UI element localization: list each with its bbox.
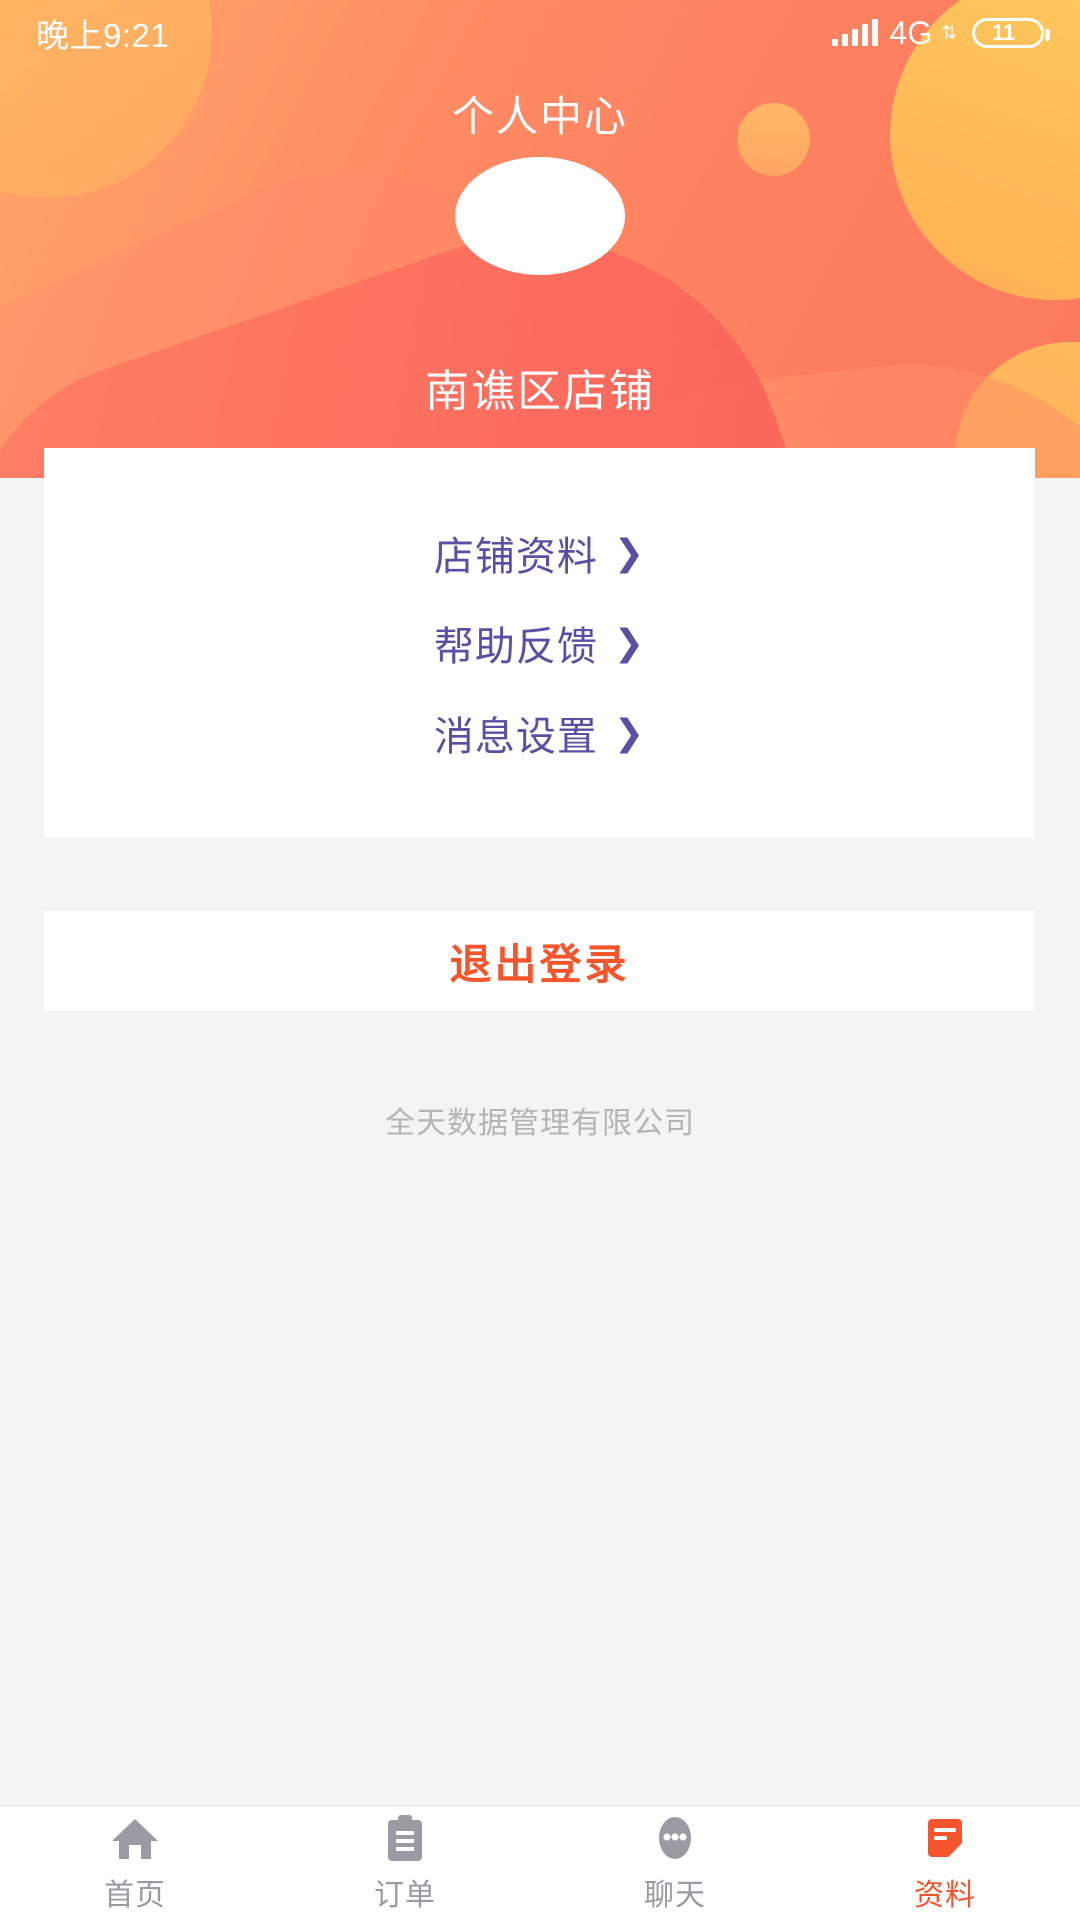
phone-screen: 晚上9:21 4G ⇅ 11 个人中心 南谯区店铺 店铺资料 ❯ 帮助反馈 ❯ … xyxy=(0,0,1080,1920)
menu-item-label: 店铺资料 xyxy=(433,535,598,579)
status-bar: 晚上9:21 4G ⇅ 11 xyxy=(0,0,1080,66)
signal-bars-icon xyxy=(832,19,879,46)
menu-item-shop-info[interactable]: 店铺资料 ❯ xyxy=(44,508,1035,598)
shop-name: 南谯区店铺 xyxy=(425,367,655,416)
network-type-label: 4G xyxy=(889,14,933,51)
chat-dots-icon xyxy=(649,1814,701,1864)
tab-home[interactable]: 首页 xyxy=(0,1807,270,1920)
avatar[interactable] xyxy=(455,157,625,275)
menu-item-message-settings[interactable]: 消息设置 ❯ xyxy=(44,688,1035,778)
tab-chat[interactable]: 聊天 xyxy=(540,1807,810,1920)
menu-item-label: 帮助反馈 xyxy=(433,625,598,669)
menu-item-label: 消息设置 xyxy=(433,715,598,759)
company-footer-text: 全天数据管理有限公司 xyxy=(385,1107,695,1140)
tab-profile[interactable]: 资料 xyxy=(810,1807,1080,1920)
page-title: 个人中心 xyxy=(451,93,628,140)
tab-label: 订单 xyxy=(374,1878,436,1912)
document-icon xyxy=(919,1814,971,1864)
chevron-right-icon: ❯ xyxy=(613,532,646,573)
battery-level-label: 11 xyxy=(991,20,1016,45)
chevron-right-icon: ❯ xyxy=(613,622,646,663)
tab-label: 资料 xyxy=(914,1878,976,1912)
logout-button[interactable]: 退出登录 xyxy=(44,911,1035,1011)
tab-label: 聊天 xyxy=(644,1878,706,1912)
battery-icon: 11 xyxy=(972,18,1050,48)
status-indicators: 4G ⇅ 11 xyxy=(832,14,1050,52)
tab-orders[interactable]: 订单 xyxy=(270,1807,540,1920)
bottom-tab-bar: 首页 订单 聊天 资料 xyxy=(0,1805,1080,1920)
menu-item-help-feedback[interactable]: 帮助反馈 ❯ xyxy=(44,598,1035,688)
menu-card: 店铺资料 ❯ 帮助反馈 ❯ 消息设置 ❯ xyxy=(44,448,1035,838)
tab-label: 首页 xyxy=(104,1878,166,1912)
data-transfer-arrows-icon: ⇅ xyxy=(941,22,957,44)
home-icon xyxy=(109,1814,161,1864)
clipboard-icon xyxy=(379,1814,431,1864)
chevron-right-icon: ❯ xyxy=(613,712,646,753)
status-time: 晚上9:21 xyxy=(36,17,170,54)
